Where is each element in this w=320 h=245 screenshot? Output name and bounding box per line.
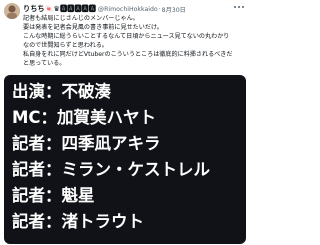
tweet-text-line: こんな時期に総うらいことするなんて日頃からニュース見てないの丸わかり bbox=[23, 32, 230, 40]
avatar-image bbox=[4, 3, 20, 19]
header-separator: · bbox=[158, 5, 161, 13]
reporter-line: 記者：ミラン・ケストレル bbox=[12, 160, 210, 179]
tweet-date[interactable]: 8月30日 bbox=[162, 5, 186, 14]
reporter-line: 記者：四季凪アキラ bbox=[12, 134, 161, 153]
tweet-text-line: と思っている。 bbox=[23, 59, 66, 67]
mc-line: MC：加賀美ハヤト bbox=[12, 108, 157, 127]
tweet-media-image[interactable]: 出演：不破湊 MC：加賀美ハヤト 記者：四季凪アキラ 記者：ミラン・ケストレル … bbox=[4, 75, 246, 244]
tweet-text-line: なので世間知らずと思われる。 bbox=[23, 41, 108, 49]
avatar[interactable] bbox=[4, 3, 20, 19]
tweet-header: りちち🍬♛🅰🅰🅰🅰🅰 @RimochiHokkaido · 8月30日 bbox=[23, 3, 186, 15]
tweet-text: 記者も結局にじさんじのメンバーじゃん。 要は発表を記者会見風の書き事前に見せたい… bbox=[23, 15, 245, 68]
tweet: りちち🍬♛🅰🅰🅰🅰🅰 @RimochiHokkaido · 8月30日 記者も結… bbox=[0, 0, 250, 245]
reporter-line: 記者：渚トラウト bbox=[12, 212, 144, 231]
cast-line: 出演：不破湊 bbox=[12, 82, 111, 101]
tweet-text-line: 記者も結局にじさんじのメンバーじゃん。 bbox=[23, 15, 139, 22]
reporter-line: 記者：魁星 bbox=[12, 186, 95, 205]
author-handle[interactable]: @RimochiHokkaido bbox=[98, 6, 158, 13]
tweet-text-line: 私自身をれに同だけどVtuberのこういうところは徹底的に料挿されるべきだ bbox=[23, 50, 233, 58]
tweet-text-line: 要は発表を記者会見風の書き事前に見せたいだけ。 bbox=[23, 23, 163, 31]
author-name[interactable]: りちち🍬♛🅰🅰🅰🅰🅰 bbox=[23, 4, 96, 14]
more-options-icon[interactable] bbox=[232, 2, 246, 12]
